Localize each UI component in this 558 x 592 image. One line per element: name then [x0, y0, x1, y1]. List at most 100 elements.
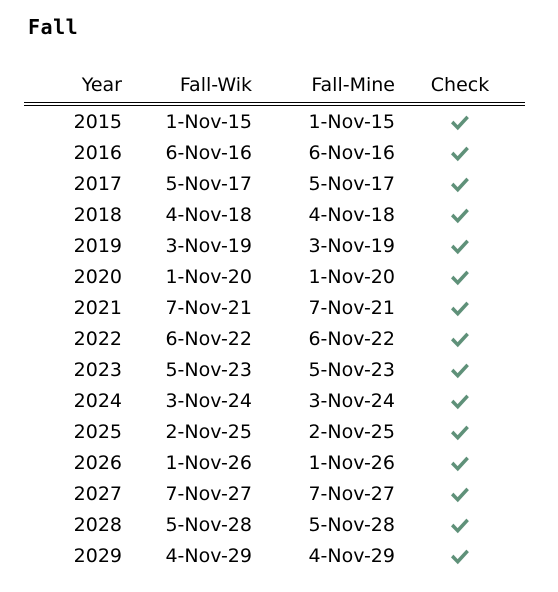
check-mark-icon — [449, 485, 471, 505]
cell-fall-mine: 7-Nov-21 — [308, 297, 395, 319]
cell-check — [395, 386, 525, 417]
cell-check — [395, 231, 525, 262]
cell-fall-wik: 5-Nov-17 — [165, 173, 252, 195]
cell-year: 2026 — [73, 452, 122, 474]
check-mark-icon — [449, 454, 471, 474]
cell-check — [395, 479, 525, 510]
cell-fall-mine: 1-Nov-15 — [308, 111, 395, 133]
cell-check — [395, 541, 525, 572]
column-header-year: Year — [81, 74, 122, 96]
cell-fall-wik: 3-Nov-24 — [165, 390, 252, 412]
cell-check — [395, 169, 525, 200]
cell-year: 2024 — [73, 390, 122, 412]
check-mark-icon — [449, 144, 471, 164]
cell-fall-mine: 4-Nov-18 — [308, 204, 395, 226]
table-row: 2022 6-Nov-22 6-Nov-22 — [24, 324, 525, 355]
cell-fall-wik: 6-Nov-22 — [165, 328, 252, 350]
cell-year: 2020 — [73, 266, 122, 288]
cell-fall-wik: 7-Nov-27 — [165, 483, 252, 505]
cell-check — [395, 107, 525, 138]
fall-dates-table-container: Year Fall-Wik Fall-Mine Check 2015 1-Nov-… — [24, 72, 525, 572]
table-row: 2025 2-Nov-25 2-Nov-25 — [24, 417, 525, 448]
cell-fall-wik: 1-Nov-15 — [165, 111, 252, 133]
cell-fall-wik: 3-Nov-19 — [165, 235, 252, 257]
cell-fall-wik: 6-Nov-16 — [165, 142, 252, 164]
cell-year: 2029 — [73, 545, 122, 567]
cell-fall-mine: 3-Nov-24 — [308, 390, 395, 412]
table-row: 2015 1-Nov-15 1-Nov-15 — [24, 107, 525, 138]
cell-fall-wik: 7-Nov-21 — [165, 297, 252, 319]
check-mark-icon — [449, 268, 471, 288]
header-double-rule — [24, 102, 525, 106]
cell-year: 2016 — [73, 142, 122, 164]
cell-year: 2021 — [73, 297, 122, 319]
cell-fall-mine: 3-Nov-19 — [308, 235, 395, 257]
cell-fall-mine: 2-Nov-25 — [308, 421, 395, 443]
table-row: 2028 5-Nov-28 5-Nov-28 — [24, 510, 525, 541]
check-mark-icon — [449, 175, 471, 195]
cell-fall-wik: 5-Nov-28 — [165, 514, 252, 536]
check-mark-icon — [449, 330, 471, 350]
cell-year: 2027 — [73, 483, 122, 505]
check-mark-icon — [449, 516, 471, 536]
cell-check — [395, 417, 525, 448]
cell-fall-mine: 6-Nov-16 — [308, 142, 395, 164]
check-mark-icon — [449, 299, 471, 319]
column-header-fall-mine: Fall-Mine — [311, 74, 395, 96]
table-row: 2016 6-Nov-16 6-Nov-16 — [24, 138, 525, 169]
table-row: 2018 4-Nov-18 4-Nov-18 — [24, 200, 525, 231]
column-header-check: Check — [430, 74, 490, 96]
cell-check — [395, 138, 525, 169]
table-header: Year Fall-Wik Fall-Mine Check — [24, 72, 525, 107]
check-mark-icon — [449, 113, 471, 133]
cell-fall-mine: 7-Nov-27 — [308, 483, 395, 505]
table-row: 2021 7-Nov-21 7-Nov-21 — [24, 293, 525, 324]
cell-year: 2018 — [73, 204, 122, 226]
check-mark-icon — [449, 423, 471, 443]
cell-check — [395, 293, 525, 324]
cell-fall-mine: 5-Nov-17 — [308, 173, 395, 195]
table-row: 2017 5-Nov-17 5-Nov-17 — [24, 169, 525, 200]
check-mark-icon — [449, 547, 471, 567]
cell-year: 2022 — [73, 328, 122, 350]
cell-year: 2023 — [73, 359, 122, 381]
table-row: 2027 7-Nov-27 7-Nov-27 — [24, 479, 525, 510]
table-row: 2020 1-Nov-20 1-Nov-20 — [24, 262, 525, 293]
table-row: 2026 1-Nov-26 1-Nov-26 — [24, 448, 525, 479]
fall-dates-table: Year Fall-Wik Fall-Mine Check 2015 1-Nov-… — [24, 72, 525, 572]
check-mark-icon — [449, 361, 471, 381]
cell-fall-wik: 5-Nov-23 — [165, 359, 252, 381]
cell-check — [395, 262, 525, 293]
cell-fall-mine: 1-Nov-26 — [308, 452, 395, 474]
check-mark-icon — [449, 392, 471, 412]
cell-fall-mine: 5-Nov-28 — [308, 514, 395, 536]
cell-fall-mine: 5-Nov-23 — [308, 359, 395, 381]
cell-fall-wik: 1-Nov-26 — [165, 452, 252, 474]
cell-fall-wik: 4-Nov-29 — [165, 545, 252, 567]
cell-year: 2015 — [73, 111, 122, 133]
table-row: 2029 4-Nov-29 4-Nov-29 — [24, 541, 525, 572]
table-body: 2015 1-Nov-15 1-Nov-15 2016 6-Nov-16 6-Nov-16… — [24, 107, 525, 572]
cell-check — [395, 510, 525, 541]
cell-year: 2017 — [73, 173, 122, 195]
cell-check — [395, 355, 525, 386]
cell-fall-wik: 4-Nov-18 — [165, 204, 252, 226]
cell-check — [395, 200, 525, 231]
table-row: 2024 3-Nov-24 3-Nov-24 — [24, 386, 525, 417]
cell-fall-mine: 1-Nov-20 — [308, 266, 395, 288]
page-title: Fall — [28, 15, 79, 39]
table-row: 2019 3-Nov-19 3-Nov-19 — [24, 231, 525, 262]
cell-fall-wik: 1-Nov-20 — [165, 266, 252, 288]
table-header-row: Year Fall-Wik Fall-Mine Check — [24, 72, 525, 101]
cell-check — [395, 448, 525, 479]
cell-year: 2028 — [73, 514, 122, 536]
cell-year: 2019 — [73, 235, 122, 257]
cell-fall-mine: 4-Nov-29 — [308, 545, 395, 567]
check-mark-icon — [449, 237, 471, 257]
table-row: 2023 5-Nov-23 5-Nov-23 — [24, 355, 525, 386]
column-header-fall-wik: Fall-Wik — [179, 74, 252, 96]
cell-check — [395, 324, 525, 355]
cell-fall-wik: 2-Nov-25 — [165, 421, 252, 443]
check-mark-icon — [449, 206, 471, 226]
cell-year: 2025 — [73, 421, 122, 443]
